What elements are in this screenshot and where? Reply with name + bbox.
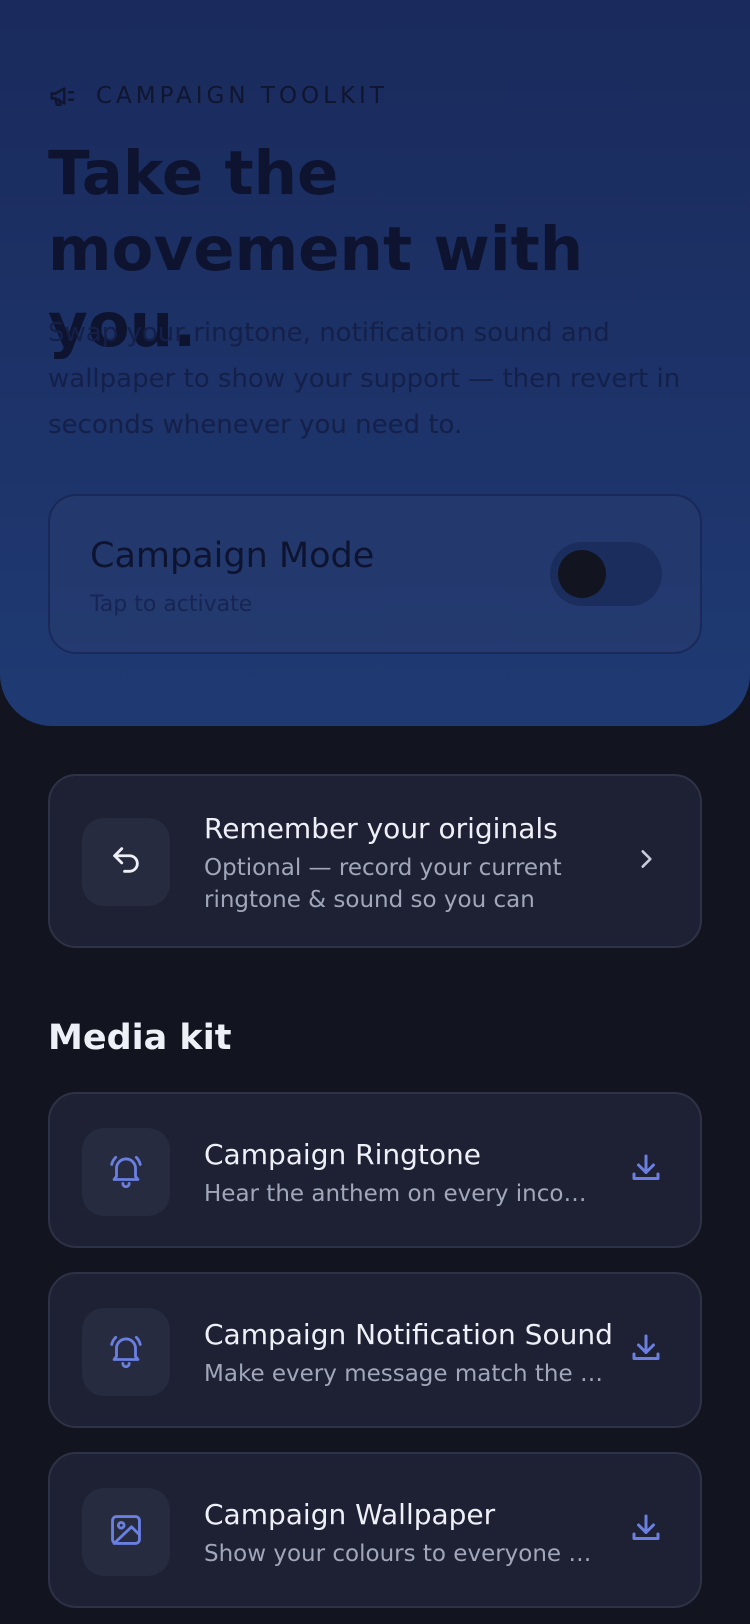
campaign-mode-card[interactable]: Campaign Mode Tap to activate — [48, 494, 702, 654]
media-item-ringtone[interactable]: Campaign Ringtone Hear the anthem on eve… — [48, 1092, 702, 1248]
media-item-notification-sound[interactable]: Campaign Notification Sound Make every m… — [48, 1272, 702, 1428]
campaign-mode-subtitle: Tap to activate — [90, 592, 253, 617]
originals-open-button[interactable] — [624, 839, 668, 883]
hero-section: CAMPAIGN TOOLKIT Take the movement with … — [0, 0, 750, 726]
download-icon — [628, 1510, 664, 1550]
notification-sound-download-button[interactable] — [624, 1328, 668, 1372]
wallpaper-download-button[interactable] — [624, 1508, 668, 1552]
bell-icon — [107, 1331, 145, 1373]
eyebrow-label: CAMPAIGN TOOLKIT — [96, 83, 388, 109]
originals-title: Remember your originals — [204, 812, 558, 845]
wallpaper-subtitle: Show your colours to everyone nearby. — [204, 1541, 604, 1567]
ringtone-icon-box — [82, 1128, 170, 1216]
campaign-mode-title: Campaign Mode — [90, 536, 375, 576]
download-icon — [628, 1150, 664, 1190]
ringtone-download-button[interactable] — [624, 1148, 668, 1192]
notification-sound-title: Campaign Notification Sound — [204, 1318, 613, 1351]
originals-icon-box — [82, 818, 170, 906]
image-icon — [107, 1511, 145, 1553]
page: CAMPAIGN TOOLKIT Take the movement with … — [0, 0, 750, 1624]
megaphone-icon — [48, 81, 78, 111]
undo-arrow-icon — [109, 843, 143, 881]
eyebrow: CAMPAIGN TOOLKIT — [48, 80, 388, 112]
bell-icon — [107, 1151, 145, 1193]
wallpaper-title: Campaign Wallpaper — [204, 1498, 496, 1531]
media-kit-title: Media kit — [48, 1018, 232, 1058]
notification-icon-box — [82, 1308, 170, 1396]
hero-description: Swap your ringtone, notification sound a… — [48, 318, 681, 440]
download-icon — [628, 1330, 664, 1370]
toggle-knob — [558, 550, 606, 598]
campaign-mode-toggle[interactable] — [550, 542, 662, 606]
remember-originals-card[interactable]: Remember your originals Optional — recor… — [48, 774, 702, 948]
ringtone-subtitle: Hear the anthem on every incoming call. — [204, 1181, 604, 1207]
wallpaper-icon-box — [82, 1488, 170, 1576]
media-item-wallpaper[interactable]: Campaign Wallpaper Show your colours to … — [48, 1452, 702, 1608]
notification-sound-subtitle: Make every message match the campaign. — [204, 1361, 604, 1387]
ringtone-title: Campaign Ringtone — [204, 1138, 481, 1171]
chevron-right-icon — [633, 846, 659, 876]
originals-subtitle: Optional — record your current ringtone … — [204, 855, 562, 913]
